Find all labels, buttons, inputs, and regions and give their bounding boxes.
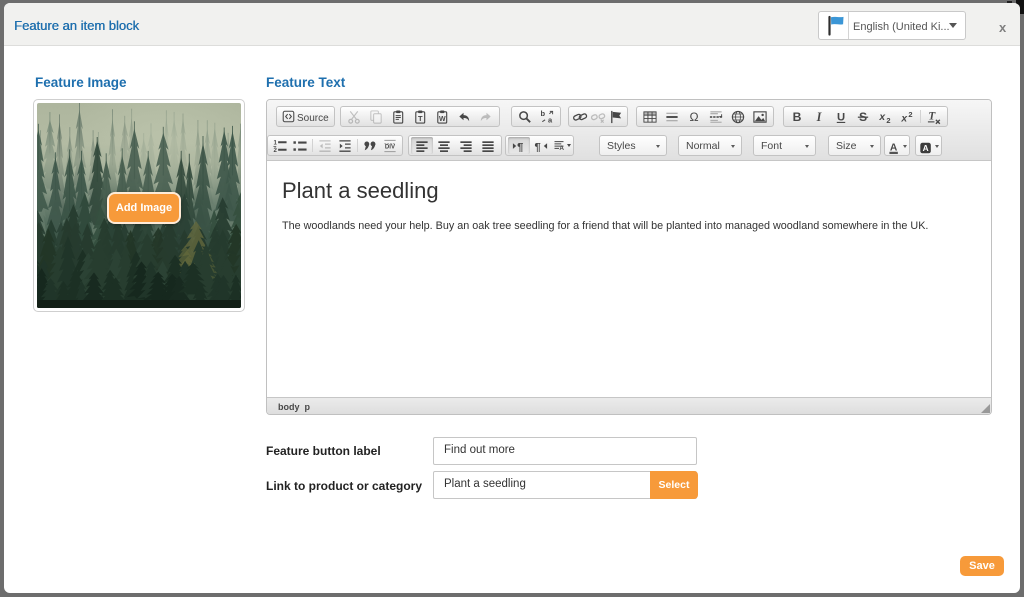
svg-text:x: x bbox=[878, 111, 886, 122]
svg-text:A: A bbox=[559, 145, 564, 151]
svg-text:T: T bbox=[928, 110, 936, 122]
svg-text:W: W bbox=[439, 115, 446, 122]
svg-text:¶: ¶ bbox=[517, 141, 523, 153]
svg-text:1: 1 bbox=[273, 139, 277, 146]
svg-text:U: U bbox=[837, 111, 845, 123]
svg-text:2: 2 bbox=[273, 147, 277, 153]
svg-text:A: A bbox=[923, 143, 929, 153]
svg-text:2: 2 bbox=[886, 116, 890, 124]
svg-text:T: T bbox=[418, 113, 423, 122]
svg-text:2: 2 bbox=[908, 110, 912, 119]
svg-text:¶: ¶ bbox=[534, 141, 540, 153]
svg-text:a: a bbox=[548, 115, 553, 124]
svg-text:I: I bbox=[816, 110, 823, 124]
svg-text:DIV: DIV bbox=[385, 143, 396, 150]
svg-text:Ω: Ω bbox=[689, 110, 698, 124]
svg-text:x: x bbox=[900, 113, 908, 124]
svg-text:b: b bbox=[540, 109, 545, 118]
svg-text:B: B bbox=[793, 110, 802, 124]
svg-text:A: A bbox=[890, 142, 898, 153]
